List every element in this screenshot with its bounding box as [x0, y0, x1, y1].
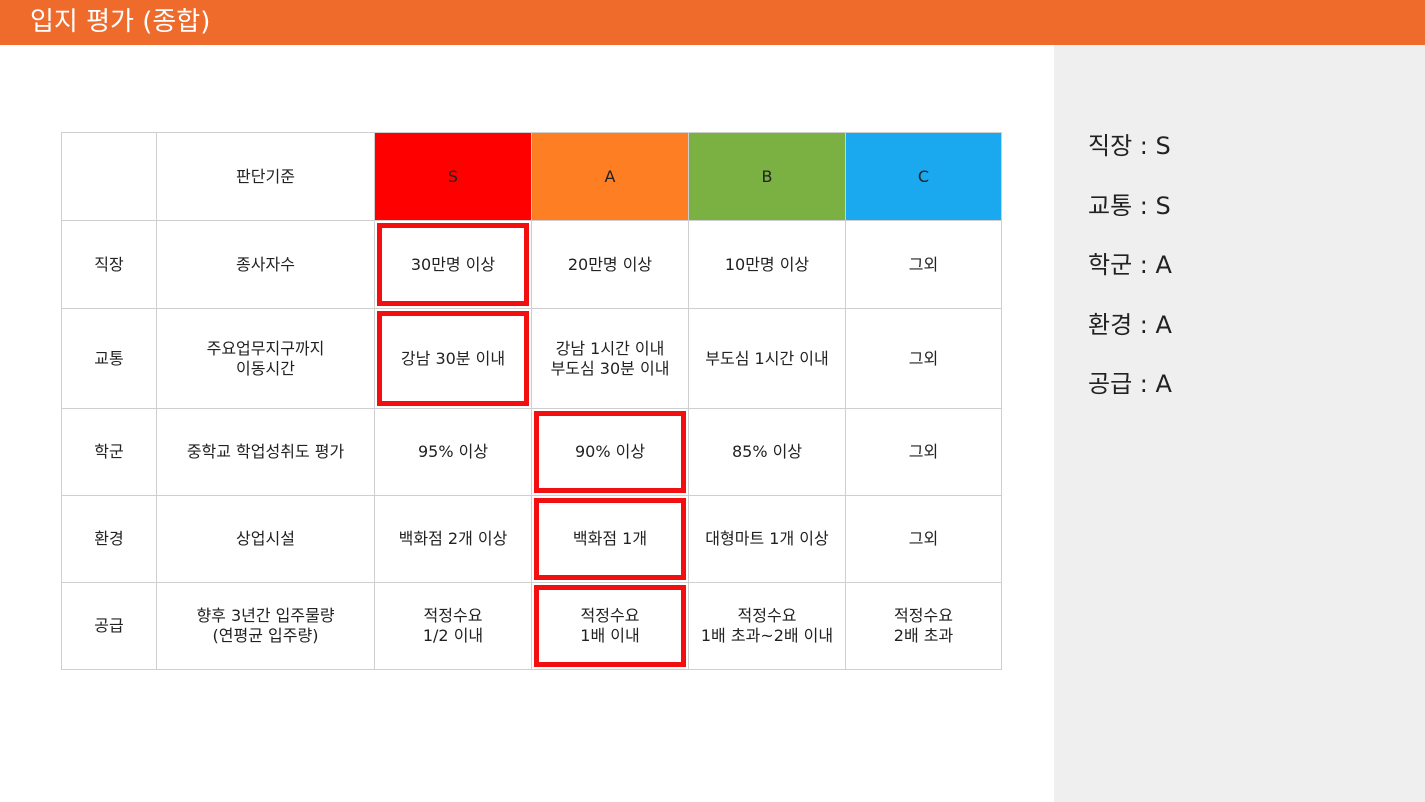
row-criteria: 주요업무지구까지 이동시간: [156, 308, 375, 409]
header-bar: 입지 평가 (종합): [0, 0, 1425, 45]
summary-list: 직장 : S 교통 : S 학군 : A 환경 : A 공급 : A: [1088, 129, 1172, 427]
row-category: 환경: [61, 495, 157, 583]
grade-cell: 그외: [845, 408, 1002, 496]
table-row: 학군 중학교 학업성취도 평가 95% 이상 90% 이상 85% 이상 그외: [61, 408, 1002, 496]
summary-item-workplace: 직장 : S: [1088, 132, 1171, 160]
page-title: 입지 평가 (종합): [30, 7, 211, 37]
grade-header-a: A: [531, 132, 689, 221]
table-row: 환경 상업시설 백화점 2개 이상 백화점 1개 대형마트 1개 이상 그외: [61, 495, 1002, 583]
table-header-row: 판단기준 S A B C: [61, 132, 1002, 221]
row-criteria: 중학교 학업성취도 평가: [156, 408, 375, 496]
grade-cell: 대형마트 1개 이상: [688, 495, 846, 583]
grade-cell: 백화점 2개 이상: [374, 495, 532, 583]
row-criteria: 향후 3년간 입주물량 (연평균 입주량): [156, 582, 375, 670]
grade-cell: 그외: [845, 220, 1002, 309]
grade-cell: 부도심 1시간 이내: [688, 308, 846, 409]
grade-cell-selected: 강남 30분 이내: [374, 308, 532, 409]
row-category: 학군: [61, 408, 157, 496]
table-row: 공급 향후 3년간 입주물량 (연평균 입주량) 적정수요 1/2 이내 적정수…: [61, 582, 1002, 670]
grade-cell: 95% 이상: [374, 408, 532, 496]
row-category: 공급: [61, 582, 157, 670]
grade-cell: 적정수요 2배 초과: [845, 582, 1002, 670]
row-criteria: 상업시설: [156, 495, 375, 583]
criteria-header: 판단기준: [156, 132, 375, 221]
grade-cell-selected: 30만명 이상: [374, 220, 532, 309]
summary-item-supply: 공급 : A: [1088, 370, 1172, 398]
grade-cell: 20만명 이상: [531, 220, 689, 309]
grade-cell: 적정수요 1/2 이내: [374, 582, 532, 670]
grade-header-s: S: [374, 132, 532, 221]
table-row: 교통 주요업무지구까지 이동시간 강남 30분 이내 강남 1시간 이내 부도심…: [61, 308, 1002, 409]
grade-cell: 10만명 이상: [688, 220, 846, 309]
grade-cell: 그외: [845, 495, 1002, 583]
grade-cell: 적정수요 1배 초과~2배 이내: [688, 582, 846, 670]
summary-item-environment: 환경 : A: [1088, 310, 1172, 339]
summary-panel: 직장 : S 교통 : S 학군 : A 환경 : A 공급 : A: [1054, 45, 1425, 802]
summary-item-transport: 교통 : S: [1088, 191, 1171, 220]
row-criteria: 종사자수: [156, 220, 375, 309]
grade-cell-selected: 90% 이상: [531, 408, 689, 496]
grade-cell-selected: 적정수요 1배 이내: [531, 582, 689, 670]
table-row: 직장 종사자수 30만명 이상 20만명 이상 10만명 이상 그외: [61, 220, 1002, 309]
grade-header-b: B: [688, 132, 846, 221]
grade-cell-selected: 백화점 1개: [531, 495, 689, 583]
grade-cell: 85% 이상: [688, 408, 846, 496]
row-category: 교통: [61, 308, 157, 409]
grade-cell: 강남 1시간 이내 부도심 30분 이내: [531, 308, 689, 409]
summary-item-school: 학군 : A: [1088, 251, 1172, 279]
grade-cell: 그외: [845, 308, 1002, 409]
table-corner-cell: [61, 132, 157, 221]
evaluation-table: 판단기준 S A B C 직장 종사자수 30만명 이상 20만명 이상 10만…: [61, 132, 1002, 670]
grade-header-c: C: [845, 132, 1002, 221]
row-category: 직장: [61, 220, 157, 309]
